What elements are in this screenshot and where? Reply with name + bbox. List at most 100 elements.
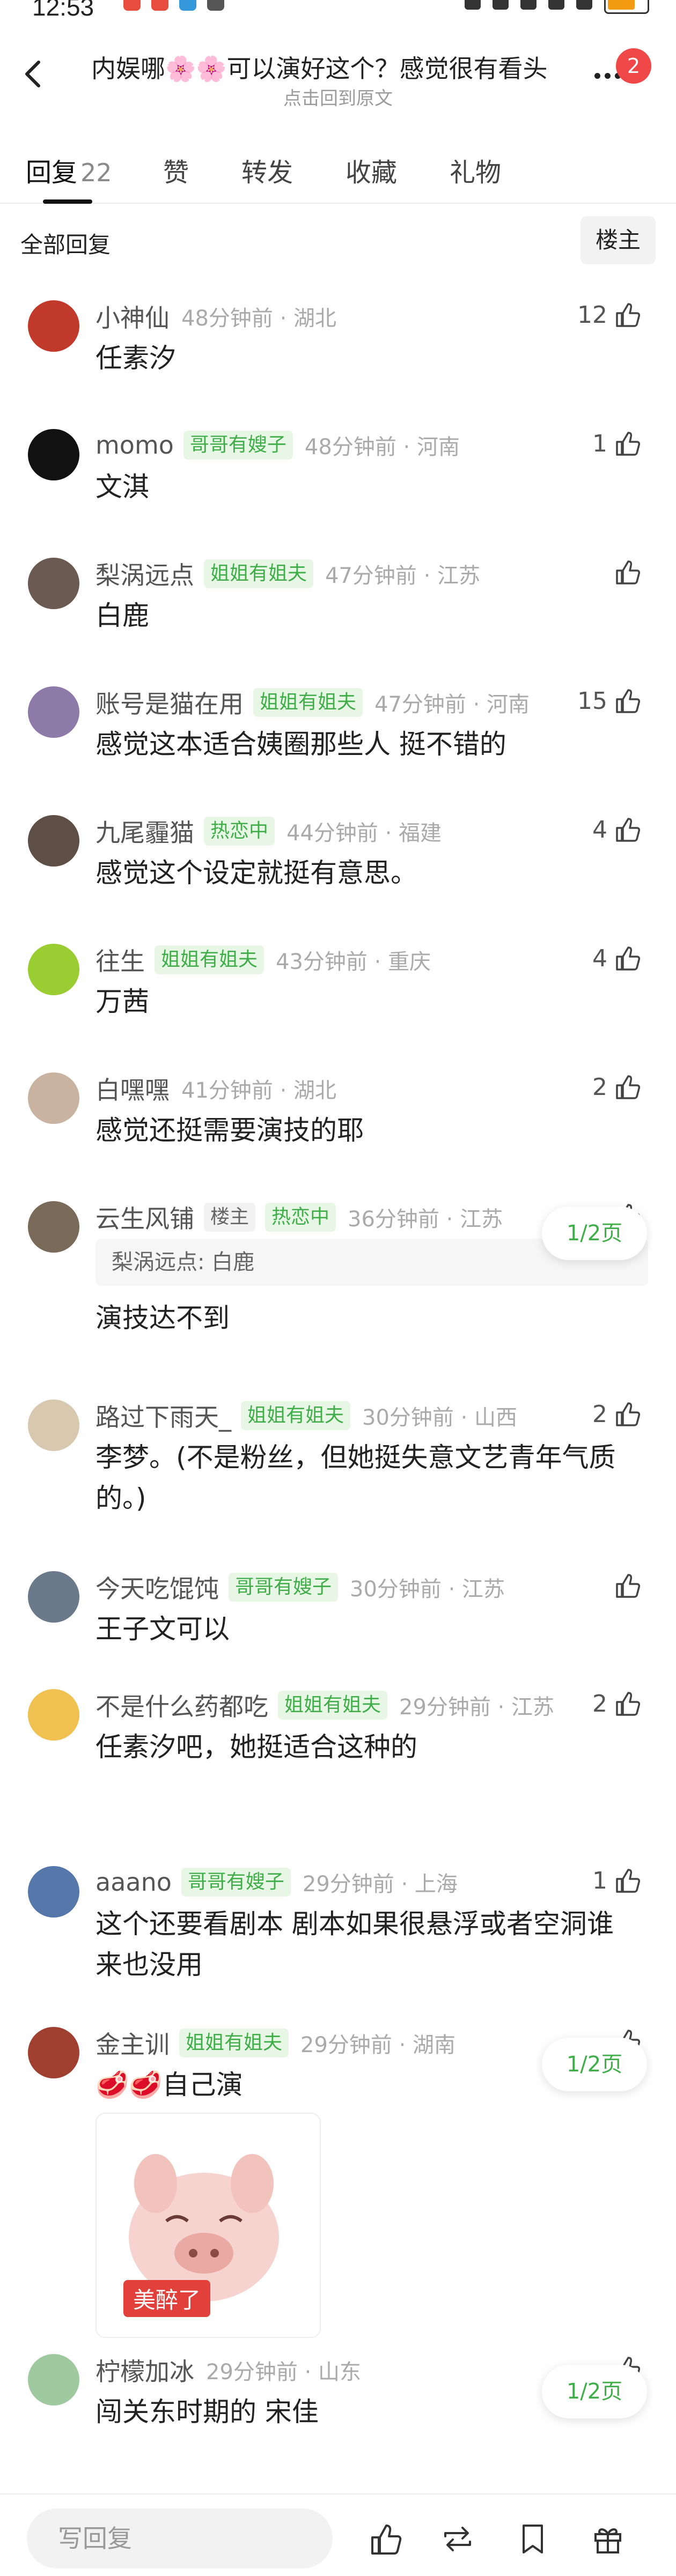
- post-title[interactable]: 内娱哪🌸🌸可以演好这个？感觉很有看头: [91, 49, 622, 85]
- user-status-tag: 姐姐有姐夫: [241, 1401, 351, 1430]
- page-indicator-text: 1/2页: [566, 2052, 623, 2077]
- like-thumb-icon: [616, 1402, 641, 1426]
- comment-meta: 30分钟前 · 山西: [362, 1405, 518, 1430]
- like-thumb-icon: [616, 432, 641, 456]
- back-to-post-link[interactable]: 点击回到原文: [0, 84, 676, 110]
- bookmark-icon[interactable]: [514, 2520, 552, 2558]
- like-icon[interactable]: [367, 2520, 405, 2558]
- comment-author[interactable]: 柠檬加冰: [95, 2352, 194, 2388]
- system-icons: [465, 0, 649, 14]
- like-thumb-icon: [616, 303, 641, 327]
- comment-header: 梨涡远点 姐姐有姐夫 47分钟前 · 江苏: [95, 558, 480, 590]
- mute-icon: [493, 0, 509, 10]
- more-options-icon[interactable]: [594, 73, 621, 79]
- avatar[interactable]: [28, 686, 79, 738]
- like-button[interactable]: [607, 558, 643, 587]
- comment-header: momo 哥哥有嫂子 48分钟前 · 河南: [95, 429, 460, 461]
- like-button[interactable]: 2: [592, 1689, 643, 1718]
- like-button[interactable]: 4: [592, 944, 643, 973]
- like-button[interactable]: [607, 1571, 643, 1600]
- comment-meta: 29分钟前 · 江苏: [399, 1695, 555, 1720]
- avatar[interactable]: [28, 558, 79, 609]
- tab-favorites[interactable]: 收藏: [346, 151, 397, 189]
- sticker-image[interactable]: 美醉了: [95, 2113, 321, 2338]
- comment-author[interactable]: 小神仙: [95, 299, 170, 334]
- comment-header: 白嘿嘿 41分钟前 · 湖北: [95, 1072, 336, 1105]
- notification-icons: [123, 0, 224, 11]
- tab-bar: 回复 22 赞 转发 收藏 礼物: [0, 145, 676, 204]
- notification-badge[interactable]: 2: [616, 48, 651, 84]
- like-count: 1: [592, 430, 607, 457]
- avatar[interactable]: [28, 1571, 79, 1623]
- like-thumb-icon: [616, 1075, 641, 1099]
- tab-replies-count: 22: [80, 158, 112, 187]
- comment-meta: 36分钟前 · 江苏: [348, 1207, 503, 1232]
- avatar[interactable]: [28, 1400, 79, 1451]
- comment-author[interactable]: 梨涡远点: [95, 556, 194, 591]
- like-thumb-icon: [616, 560, 641, 584]
- avatar[interactable]: [28, 2354, 79, 2405]
- comment-author[interactable]: 路过下雨天_: [95, 1398, 231, 1433]
- avatar[interactable]: [28, 944, 79, 995]
- comment-text: 任素汐: [95, 343, 176, 374]
- comment-author[interactable]: 金主训: [95, 2025, 170, 2061]
- user-status-tag: 哥哥有嫂子: [183, 431, 293, 460]
- avatar[interactable]: [28, 1689, 79, 1741]
- comment-meta: 44分钟前 · 福建: [286, 821, 442, 846]
- comment-text: 白鹿: [95, 600, 149, 631]
- avatar[interactable]: [28, 2027, 79, 2078]
- tab-gifts[interactable]: 礼物: [450, 151, 501, 189]
- wifi-icon: [520, 0, 537, 10]
- gift-icon[interactable]: [589, 2520, 627, 2558]
- comment-meta: 30分钟前 · 江苏: [350, 1577, 505, 1602]
- tab-likes[interactable]: 赞: [163, 151, 189, 189]
- like-button[interactable]: 2: [592, 1400, 643, 1428]
- like-button[interactable]: 2: [592, 1072, 643, 1101]
- user-status-tag: 姐姐有姐夫: [179, 2029, 289, 2057]
- comment-meta: 43分钟前 · 重庆: [276, 950, 431, 974]
- avatar[interactable]: [28, 815, 79, 867]
- like-button[interactable]: 1: [592, 1866, 643, 1895]
- tab-reposts[interactable]: 转发: [241, 151, 293, 189]
- like-thumb-icon: [616, 1692, 641, 1716]
- comment-author[interactable]: 白嘿嘿: [95, 1071, 170, 1106]
- avatar[interactable]: [28, 1201, 79, 1253]
- comment-author[interactable]: 账号是猫在用: [95, 685, 244, 720]
- like-thumb-icon: [616, 818, 641, 842]
- avatar[interactable]: [28, 1072, 79, 1124]
- like-button[interactable]: 1: [592, 429, 643, 458]
- comment-author[interactable]: aaano: [95, 1868, 172, 1897]
- comment-text: 感觉还挺需要演技的耶: [95, 1115, 364, 1146]
- page-indicator[interactable]: 1/2页: [542, 2365, 647, 2418]
- like-thumb-icon: [616, 1869, 641, 1893]
- like-button[interactable]: 15: [577, 686, 643, 715]
- comment-author[interactable]: 今天吃馄饨: [95, 1570, 219, 1605]
- comment-header: 路过下雨天_ 姐姐有姐夫 30分钟前 · 山西: [95, 1400, 517, 1432]
- user-status-tag: 姐姐有姐夫: [253, 688, 363, 717]
- comment-text: 王子文可以: [95, 1613, 230, 1645]
- avatar[interactable]: [28, 1866, 79, 1918]
- comment-author[interactable]: 往生: [95, 942, 145, 978]
- like-button[interactable]: 4: [592, 815, 643, 844]
- like-thumb-icon: [616, 689, 641, 713]
- comment-author[interactable]: momo: [95, 431, 174, 460]
- page-indicator[interactable]: 1/2页: [542, 2038, 647, 2091]
- status-bar: 12:53: [0, 0, 676, 28]
- repost-icon[interactable]: [439, 2520, 476, 2558]
- comment-header: 往生 姐姐有姐夫 43分钟前 · 重庆: [95, 944, 431, 976]
- like-count: 4: [592, 816, 607, 843]
- owner-only-button[interactable]: 楼主: [581, 216, 656, 264]
- reply-input[interactable]: 写回复: [27, 2508, 333, 2568]
- comment-author[interactable]: 云生风铺: [95, 1200, 194, 1235]
- page-indicator[interactable]: 1/2页: [542, 1206, 647, 1260]
- avatar[interactable]: [28, 429, 79, 480]
- comment-meta: 29分钟前 · 山东: [206, 2360, 362, 2385]
- comment-text: 这个还要看剧本 剧本如果很悬浮或者空洞谁来也没用: [95, 1908, 614, 1980]
- comment-author[interactable]: 九尾霾猫: [95, 813, 194, 849]
- avatar[interactable]: [28, 300, 79, 352]
- page-indicator-text: 1/2页: [566, 1221, 623, 1246]
- comment-author[interactable]: 不是什么药都吃: [95, 1687, 268, 1723]
- user-status-tag: 姐姐有姐夫: [155, 945, 264, 974]
- like-button[interactable]: 12: [577, 300, 643, 329]
- tab-replies[interactable]: 回复 22: [26, 151, 112, 189]
